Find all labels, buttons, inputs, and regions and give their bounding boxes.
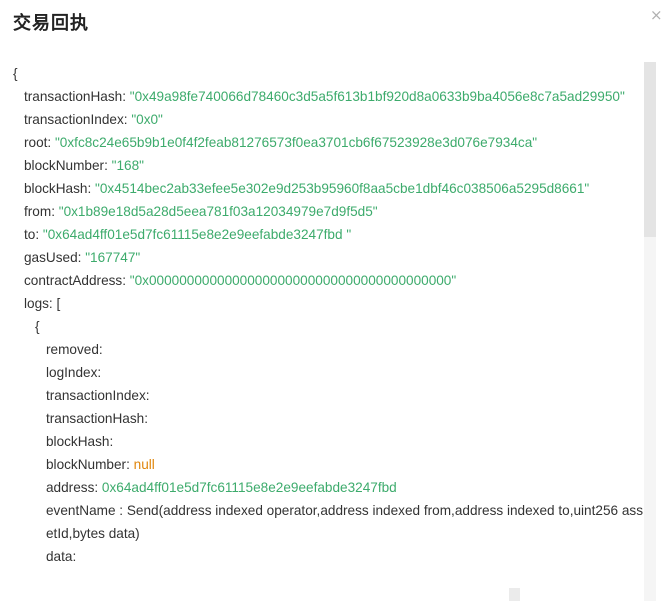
field-value: 0x64ad4ff01e5d7fc61115e8e2e9eefabde3247f… (101, 480, 397, 495)
field-value: "168" (111, 158, 144, 173)
field-key: gasUsed: (24, 250, 82, 265)
dialog-title: 交易回执 (13, 13, 89, 34)
log-field-address: address: 0x64ad4ff01e5d7fc61115e8e2e9eef… (13, 476, 643, 499)
field-key: blockNumber: (46, 457, 130, 472)
field-transaction-hash: transactionHash: "0x49a98fe740066d78460c… (13, 85, 643, 108)
field-contract-address: contractAddress: "0x00000000000000000000… (13, 269, 643, 292)
field-value: "0x64ad4ff01e5d7fc61115e8e2e9eefabde3247… (42, 227, 352, 242)
field-value: "0x4514bec2ab33efee5e302e9d253b95960f8aa… (95, 181, 590, 196)
log-field-transaction-hash: transactionHash: (46, 411, 149, 426)
field-to: to: "0x64ad4ff01e5d7fc61115e8e2e9eefabde… (13, 223, 643, 246)
inner-scrollbar-thumb[interactable] (509, 588, 520, 601)
close-icon[interactable]: × (650, 8, 665, 23)
field-key: contractAddress: (24, 273, 126, 288)
field-value: "0xfc8c24e65b9b1e0f4f2feab81276573f0ea37… (54, 135, 538, 150)
field-gas-used: gasUsed: "167747" (13, 246, 643, 269)
field-logs: logs: [ (24, 296, 61, 311)
field-value: "0x49a98fe740066d78460c3d5a5f613b1bf920d… (129, 89, 625, 104)
field-key: to: (24, 227, 40, 242)
field-block-hash: blockHash: "0x4514bec2ab33efee5e302e9d25… (13, 177, 643, 200)
log-field-log-index: logIndex: (46, 365, 102, 380)
field-key: blockNumber: (24, 158, 108, 173)
field-transaction-index: transactionIndex: "0x0" (13, 108, 643, 131)
field-value: "0x0000000000000000000000000000000000000… (129, 273, 457, 288)
field-value: "167747" (85, 250, 141, 265)
log-field-transaction-index: transactionIndex: (46, 388, 150, 403)
field-key: eventName : (46, 503, 124, 518)
log-field-removed: removed: (46, 342, 103, 357)
field-value: Send(address indexed operator,address in… (46, 503, 643, 541)
field-from: from: "0x1b89e18d5a28d5eea781f03a1203497… (13, 200, 643, 223)
json-open-brace: { (13, 66, 18, 81)
log-field-data: data: (46, 549, 77, 564)
log-open-brace: { (35, 319, 40, 334)
field-key: from: (24, 204, 55, 219)
field-value: "0x1b89e18d5a28d5eea781f03a12034979e7d9f… (58, 204, 378, 219)
field-value-null: null (133, 457, 155, 472)
field-root: root: "0xfc8c24e65b9b1e0f4f2feab81276573… (13, 131, 643, 154)
field-block-number: blockNumber: "168" (13, 154, 643, 177)
log-field-block-hash: blockHash: (46, 434, 114, 449)
outer-scrollbar-thumb[interactable] (644, 62, 656, 237)
log-field-block-number: blockNumber: null (13, 453, 643, 476)
log-field-event-name: eventName : Send(address indexed operato… (13, 499, 643, 545)
outer-scrollbar[interactable] (644, 62, 656, 601)
field-key: transactionIndex: (24, 112, 128, 127)
field-key: blockHash: (24, 181, 92, 196)
transaction-receipt-dialog: 交易回执 × { transactionHash: "0x49a98fe7400… (0, 0, 665, 601)
receipt-json-viewer[interactable]: { transactionHash: "0x49a98fe740066d7846… (13, 62, 643, 601)
field-key: address: (46, 480, 99, 495)
field-key: root: (24, 135, 52, 150)
field-value: "0x0" (131, 112, 163, 127)
field-key: transactionHash: (24, 89, 127, 104)
